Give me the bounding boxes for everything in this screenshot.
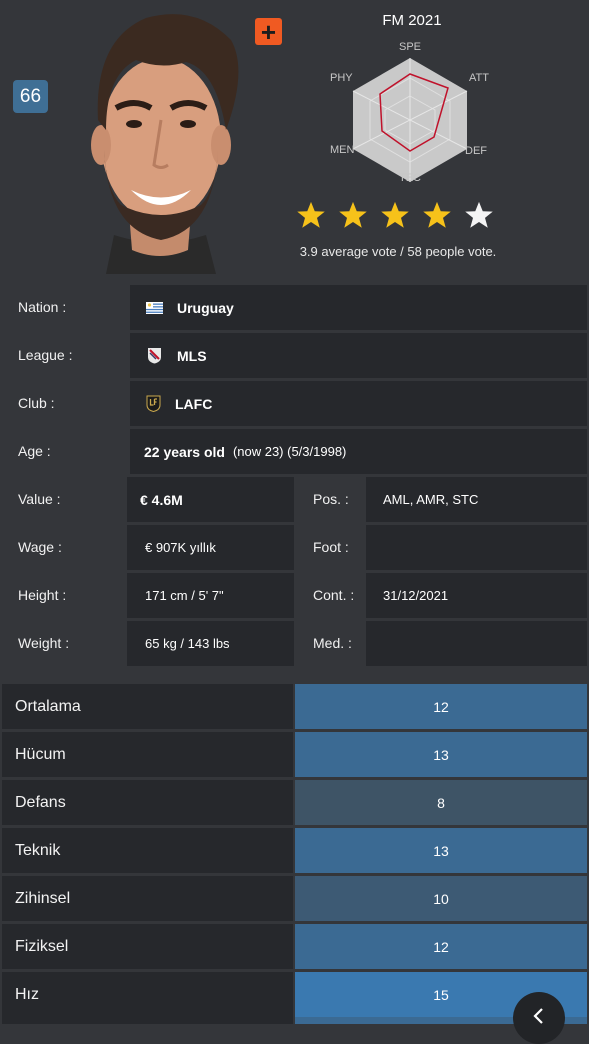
star-filled-icon[interactable] — [380, 200, 410, 230]
nation-value: Uruguay — [177, 299, 234, 316]
league-cell[interactable]: MLS — [130, 333, 587, 378]
weight-label: Weight : — [18, 635, 70, 651]
stat-value: 13 — [295, 828, 587, 873]
player-photo — [66, 0, 254, 274]
cont-label: Cont. : — [313, 587, 355, 603]
value-label: Value : — [18, 491, 61, 507]
stat-label: Hız — [2, 972, 293, 1017]
lafc-crest-icon — [146, 395, 161, 412]
vote-stars[interactable] — [296, 200, 494, 230]
league-value: MLS — [177, 347, 207, 364]
age-extra: (now 23) (5/3/1998) — [232, 444, 347, 459]
age-cell: 22 years old (now 23) (5/3/1998) — [130, 429, 587, 474]
height-value: 171 cm / 5' 7" — [145, 588, 224, 603]
weight-value: 65 kg / 143 lbs — [145, 636, 230, 651]
wage-cell: € 907K yıllık — [127, 525, 294, 570]
attribute-radar-chart: SPE ATT DEF TEC MEN PHY — [325, 36, 495, 193]
club-label: Club : — [18, 395, 55, 411]
value-value: € 4.6M — [140, 491, 183, 508]
add-favorite-button[interactable]: + — [255, 18, 282, 45]
wage-label: Wage : — [18, 539, 62, 555]
star-filled-icon[interactable] — [338, 200, 368, 230]
stat-label: Zihinsel — [2, 876, 293, 921]
stat-label: Defans — [2, 780, 293, 825]
stat-label: Fiziksel — [2, 924, 293, 969]
plus-icon: + — [260, 16, 277, 47]
stat-label: Teknik — [2, 828, 293, 873]
radar-label-spe: SPE — [399, 41, 421, 53]
stat-row-partial — [2, 1017, 293, 1024]
pos-value: AML, AMR, STC — [383, 492, 479, 507]
age-value: 22 years old — [144, 443, 225, 460]
radar-label-def: DEF — [465, 145, 487, 157]
vote-summary: 3.9 average vote / 58 people vote. — [299, 244, 497, 259]
rating-badge: 66 — [13, 80, 48, 113]
foot-cell — [366, 525, 587, 570]
radar-label-men: MEN — [330, 144, 355, 156]
foot-label: Foot : — [313, 539, 349, 555]
chevron-left-icon — [533, 1008, 543, 1024]
stat-value: 10 — [295, 876, 587, 921]
club-value: LAFC — [175, 395, 213, 412]
height-cell: 171 cm / 5' 7" — [127, 573, 294, 618]
league-label: League : — [18, 347, 73, 363]
pos-label: Pos. : — [313, 491, 349, 507]
stat-value: 13 — [295, 732, 587, 777]
back-fab-button[interactable] — [513, 992, 565, 1044]
fm-version-title: FM 2021 — [382, 12, 442, 29]
stat-value: 12 — [295, 684, 587, 729]
mls-logo-icon — [148, 348, 161, 364]
stat-label: Hücum — [2, 732, 293, 777]
star-empty-icon[interactable] — [464, 200, 494, 230]
star-filled-icon[interactable] — [296, 200, 326, 230]
value-cell: € 4.6M — [127, 477, 294, 522]
weight-cell: 65 kg / 143 lbs — [127, 621, 294, 666]
pos-cell: AML, AMR, STC — [366, 477, 587, 522]
radar-label-phy: PHY — [330, 72, 353, 84]
med-cell — [366, 621, 587, 666]
stat-value: 12 — [295, 924, 587, 969]
club-cell[interactable]: LAFC — [130, 381, 587, 426]
radar-label-att: ATT — [469, 72, 489, 84]
star-filled-icon[interactable] — [422, 200, 452, 230]
stat-label: Ortalama — [2, 684, 293, 729]
age-label: Age : — [18, 443, 51, 459]
nation-label: Nation : — [18, 299, 67, 315]
med-label: Med. : — [313, 635, 352, 651]
nation-cell[interactable]: Uruguay — [130, 285, 587, 330]
cont-cell: 31/12/2021 — [366, 573, 587, 618]
height-label: Height : — [18, 587, 67, 603]
wage-value: € 907K yıllık — [145, 540, 216, 555]
radar-label-tec: TEC — [399, 172, 421, 184]
uruguay-flag-icon — [146, 301, 163, 314]
stat-value: 8 — [295, 780, 587, 825]
cont-value: 31/12/2021 — [383, 588, 449, 603]
